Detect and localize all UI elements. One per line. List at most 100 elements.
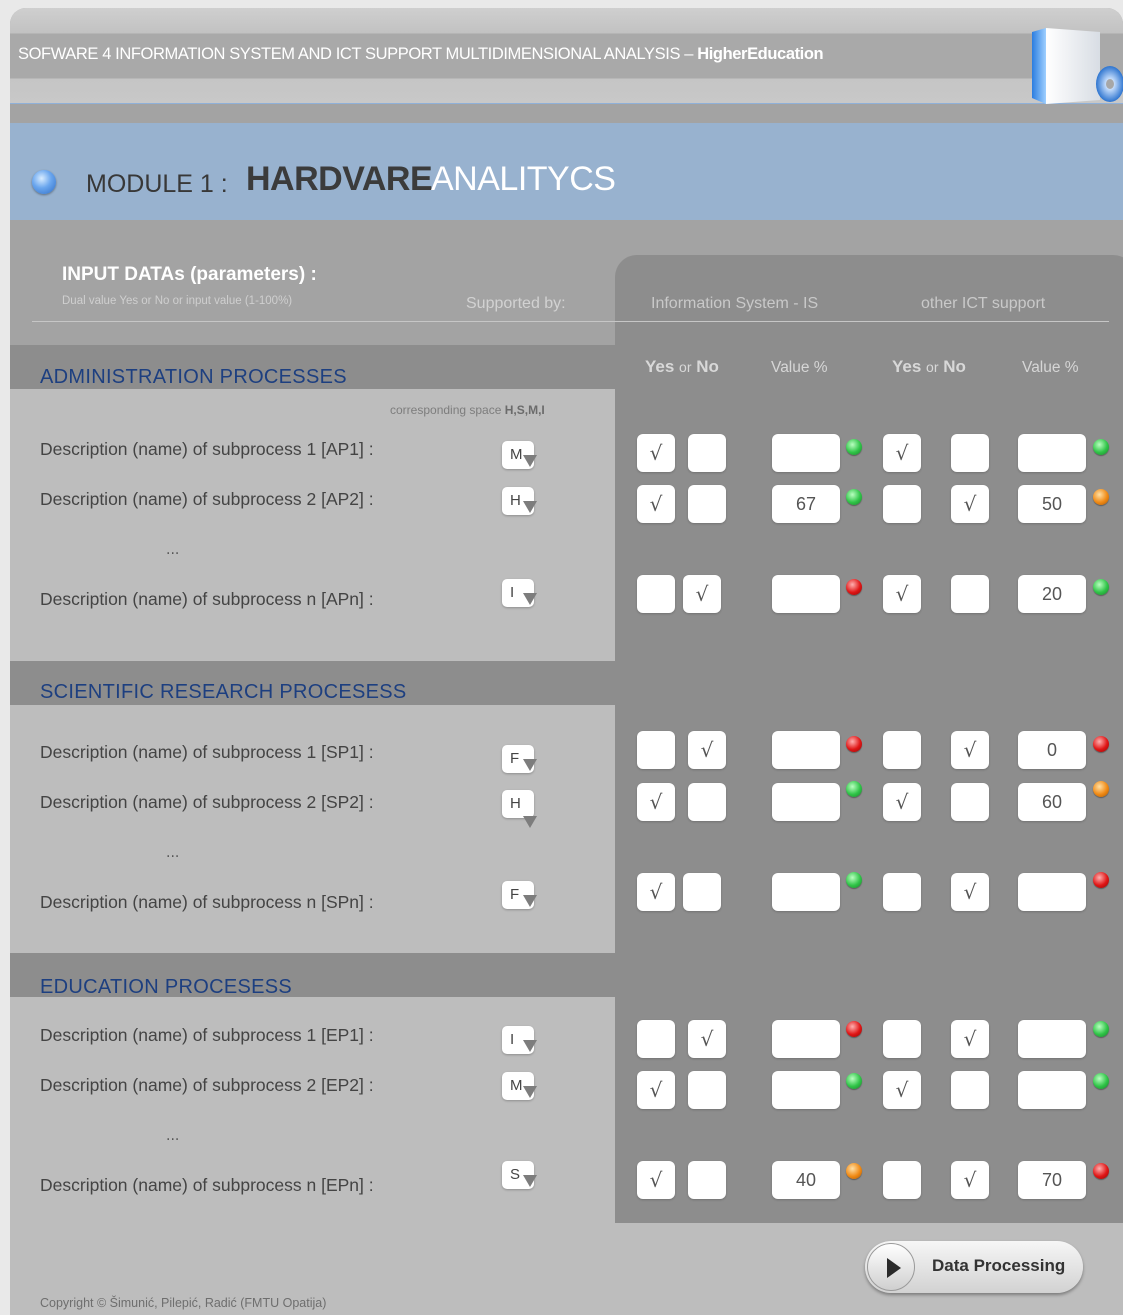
ict-no-checkbox[interactable]: √ (951, 485, 989, 523)
corresponding-space-note: corresponding space H,S,M,I (390, 403, 545, 417)
is-yes-checkbox[interactable] (637, 575, 675, 613)
is-no-checkbox[interactable]: √ (683, 575, 721, 613)
space-dropdown[interactable]: S (502, 1161, 537, 1189)
ict-no-checkbox[interactable]: √ (951, 731, 989, 769)
is-status-icon (846, 489, 862, 505)
ict-yes-checkbox[interactable] (883, 731, 921, 769)
ict-yes-checkbox[interactable]: √ (883, 1071, 921, 1109)
is-no-checkbox[interactable] (688, 1071, 726, 1109)
is-status-icon (846, 579, 862, 595)
ict-yes-checkbox[interactable]: √ (883, 575, 921, 613)
yes-or-no-header-ict: Yes or No (892, 357, 966, 376)
ict-yes-checkbox[interactable]: √ (883, 434, 921, 472)
main-panel: SOFWARE 4 INFORMATION SYSTEM AND ICT SUP… (10, 8, 1123, 1315)
ict-status-icon (1093, 781, 1109, 797)
ict-yes-checkbox[interactable] (883, 873, 921, 911)
is-no-checkbox[interactable] (688, 1161, 726, 1199)
is-yes-checkbox[interactable] (637, 1020, 675, 1058)
app-title: SOFWARE 4 INFORMATION SYSTEM AND ICT SUP… (18, 45, 824, 63)
ict-no-checkbox[interactable]: √ (951, 1020, 989, 1058)
is-value-input[interactable] (772, 1020, 840, 1058)
play-icon (887, 1258, 901, 1278)
space-dropdown[interactable]: M (502, 1072, 537, 1100)
subprocess-label: Description (name) of subprocess 1 [SP1]… (40, 742, 374, 762)
subprocess-label: Description (name) of subprocess n [EPn]… (40, 1175, 374, 1195)
ict-status-icon (1093, 439, 1109, 455)
section-title-administration: ADMINISTRATION PROCESSES (40, 366, 347, 388)
ict-no-checkbox[interactable] (951, 783, 989, 821)
ict-no-checkbox[interactable]: √ (951, 1161, 989, 1199)
ict-yes-checkbox[interactable] (883, 485, 921, 523)
ict-no-checkbox[interactable]: √ (951, 873, 989, 911)
space-dropdown[interactable]: H (502, 487, 537, 515)
is-yes-checkbox[interactable]: √ (637, 783, 675, 821)
module-name-strong: HARDVARE (246, 160, 433, 198)
is-value-input[interactable] (772, 783, 840, 821)
section-title-scientific: SCIENTIFIC RESEARCH PROCESESS (40, 681, 407, 703)
subprocess-label: Description (name) of subprocess 1 [AP1]… (40, 439, 374, 459)
blue-dot-icon (32, 170, 56, 194)
ict-no-checkbox[interactable] (951, 434, 989, 472)
data-processing-label: Data Processing (932, 1256, 1066, 1275)
is-status-icon (846, 781, 862, 797)
title-bar: SOFWARE 4 INFORMATION SYSTEM AND ICT SUP… (10, 8, 1123, 104)
ict-status-icon (1093, 1021, 1109, 1037)
ict-value-input[interactable]: 60 (1018, 783, 1086, 821)
is-value-input[interactable]: 67 (772, 485, 840, 523)
is-value-input[interactable] (772, 1071, 840, 1109)
is-yes-checkbox[interactable]: √ (637, 873, 675, 911)
is-no-checkbox[interactable] (688, 485, 726, 523)
is-value-input[interactable] (772, 575, 840, 613)
yes-or-no-header-is: Yes or No (645, 357, 719, 376)
module-prefix: MODULE 1 : (86, 170, 228, 198)
space-dropdown[interactable]: F (502, 881, 537, 909)
ict-yes-checkbox[interactable] (883, 1020, 921, 1058)
is-value-input[interactable] (772, 731, 840, 769)
space-dropdown[interactable]: F (502, 745, 537, 773)
chevron-down-icon (523, 593, 537, 605)
space-dropdown[interactable]: I (502, 1026, 537, 1054)
is-no-checkbox[interactable] (683, 873, 721, 911)
space-dropdown[interactable]: M (502, 441, 537, 469)
is-yes-checkbox[interactable]: √ (637, 434, 675, 472)
chevron-down-icon (523, 501, 537, 513)
is-value-input[interactable] (772, 434, 840, 472)
ict-value-input[interactable]: 70 (1018, 1161, 1086, 1199)
is-no-checkbox[interactable]: √ (688, 731, 726, 769)
ict-yes-checkbox[interactable]: √ (883, 783, 921, 821)
subprocess-label: Description (name) of subprocess 2 [SP2]… (40, 792, 374, 812)
play-button-circle (867, 1243, 915, 1291)
is-yes-checkbox[interactable]: √ (637, 485, 675, 523)
is-status-icon (846, 872, 862, 888)
ict-yes-checkbox[interactable] (883, 1161, 921, 1199)
ict-value-input[interactable]: 20 (1018, 575, 1086, 613)
is-no-checkbox[interactable]: √ (688, 1020, 726, 1058)
ict-no-checkbox[interactable] (951, 1071, 989, 1109)
chevron-down-icon (523, 759, 537, 771)
is-yes-checkbox[interactable] (637, 731, 675, 769)
ict-value-input[interactable]: 0 (1018, 731, 1086, 769)
ict-status-icon (1093, 736, 1109, 752)
module-name-light: ANALITYCS (431, 160, 616, 198)
space-dropdown[interactable]: I (502, 579, 537, 607)
ict-value-input[interactable] (1018, 434, 1086, 472)
is-status-icon (846, 1163, 862, 1179)
is-no-checkbox[interactable] (688, 434, 726, 472)
ict-value-input[interactable] (1018, 1020, 1086, 1058)
data-processing-button[interactable]: Data Processing (865, 1241, 1083, 1293)
is-yes-checkbox[interactable]: √ (637, 1161, 675, 1199)
input-title: INPUT DATAs (parameters) : (62, 264, 317, 285)
ict-value-input[interactable] (1018, 1071, 1086, 1109)
ict-value-input[interactable]: 50 (1018, 485, 1086, 523)
is-value-input[interactable]: 40 (772, 1161, 840, 1199)
is-no-checkbox[interactable] (688, 783, 726, 821)
space-dropdown[interactable]: H (502, 790, 537, 828)
ict-no-checkbox[interactable] (951, 575, 989, 613)
is-status-icon (846, 736, 862, 752)
ict-value-input[interactable] (1018, 873, 1086, 911)
subprocess-label: Description (name) of subprocess 2 [AP2]… (40, 489, 374, 509)
value-header-is: Value % (771, 359, 828, 376)
is-yes-checkbox[interactable]: √ (637, 1071, 675, 1109)
is-status-icon (846, 1021, 862, 1037)
is-value-input[interactable] (772, 873, 840, 911)
